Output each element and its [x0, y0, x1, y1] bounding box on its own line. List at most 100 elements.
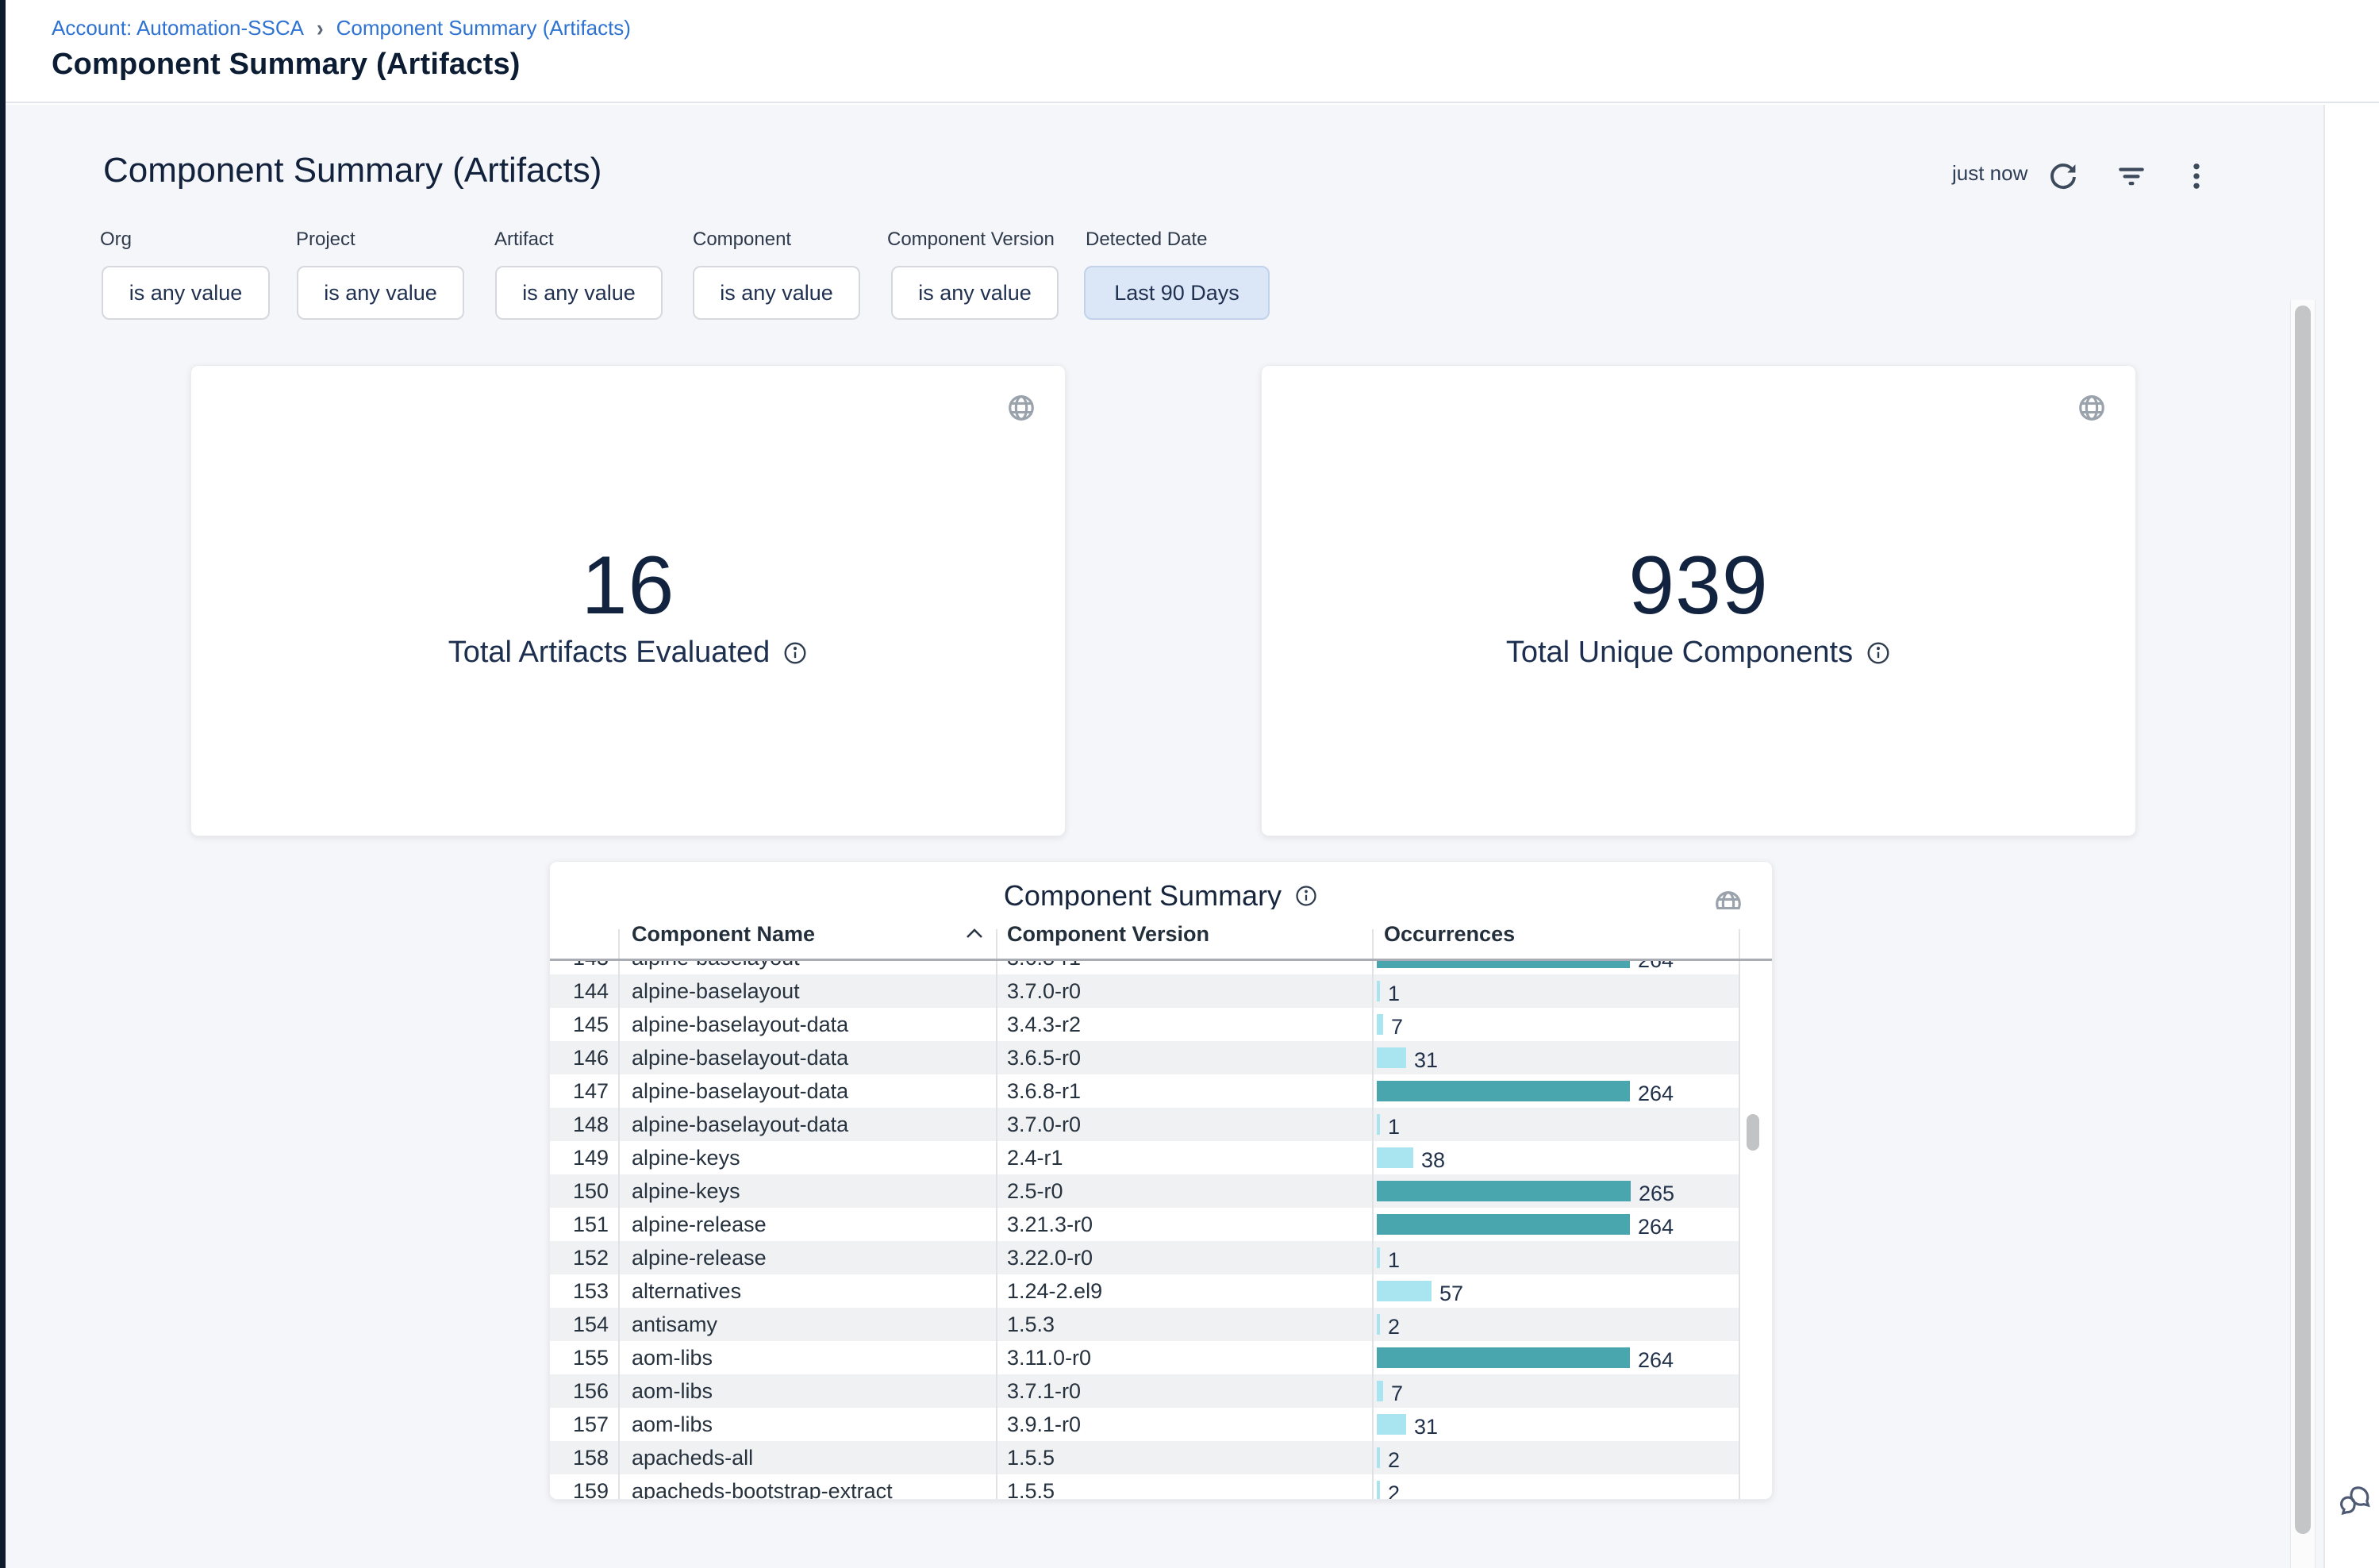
component-version-cell: 3.22.0-r0 — [1007, 1241, 1093, 1274]
component-version-cell: 3.7.1-r0 — [1007, 1374, 1081, 1408]
component-summary-table-card: Component Summary Component Name Compone… — [549, 861, 1773, 1500]
table-row[interactable]: 144alpine-baselayout3.7.0-r01 — [550, 974, 1739, 1008]
info-icon[interactable] — [1866, 640, 1891, 666]
occurrence-value: 38 — [1421, 1148, 1445, 1173]
collapsed-sidebar-strip[interactable] — [0, 0, 6, 1568]
table-row[interactable]: 157aom-libs3.9.1-r031 — [550, 1408, 1739, 1441]
filter-icon — [2115, 159, 2148, 193]
component-name-cell: apacheds-all — [632, 1441, 753, 1474]
component-version-cell: 2.5-r0 — [1007, 1174, 1063, 1208]
table-row[interactable]: 156aom-libs3.7.1-r07 — [550, 1374, 1739, 1408]
column-header-component-version[interactable]: Component Version — [1007, 909, 1209, 959]
table-row[interactable]: 143alpine-baselayout3.6.8-r1264 — [550, 961, 1739, 974]
occurrence-value: 7 — [1391, 1382, 1403, 1406]
kebab-menu-icon — [2180, 159, 2213, 193]
occurrence-bar — [1377, 1347, 1630, 1368]
component-name-cell: alpine-release — [632, 1241, 767, 1274]
table-row[interactable]: 150alpine-keys2.5-r0265 — [550, 1174, 1739, 1208]
component-name-cell: apacheds-bootstrap-extract — [632, 1474, 893, 1500]
component-name-cell: alpine-baselayout — [632, 974, 800, 1008]
component-version-cell: 3.11.0-r0 — [1007, 1341, 1091, 1374]
dashboard-filters-toggle-button[interactable] — [2112, 157, 2150, 195]
sticky-header-divider — [550, 959, 1773, 961]
filter-value-button[interactable]: is any value — [495, 266, 663, 320]
occurrences-cell: 1 — [1377, 974, 1400, 1008]
dashboard-actions-menu-button[interactable] — [2177, 157, 2216, 195]
table-row[interactable]: 154antisamy1.5.32 — [550, 1308, 1739, 1341]
refresh-button[interactable] — [2044, 157, 2082, 195]
filter-value-button[interactable]: Last 90 Days — [1084, 266, 1270, 320]
row-index: 149 — [550, 1141, 618, 1174]
occurrences-cell: 31 — [1377, 1408, 1438, 1441]
refresh-icon — [2047, 159, 2080, 193]
info-icon[interactable] — [782, 640, 808, 666]
partially-scrolled-row-clip: 143alpine-baselayout3.6.8-r1264 — [550, 961, 1739, 974]
globe-explore-icon[interactable] — [1006, 393, 1036, 423]
table-row[interactable]: 149 alpine-keys 2.4-r1 38 — [550, 1141, 1739, 1174]
occurrences-cell: 264 — [1377, 1208, 1674, 1241]
component-name-cell: alpine-baselayout-data — [632, 1041, 848, 1074]
component-version-cell: 3.7.0-r0 — [1007, 974, 1081, 1008]
table-row[interactable]: 158apacheds-all1.5.52 — [550, 1441, 1739, 1474]
row-index: 143 — [550, 961, 618, 974]
component-version-cell: 1.5.5 — [1007, 1441, 1055, 1474]
table-row[interactable]: 145alpine-baselayout-data3.4.3-r27 — [550, 1008, 1739, 1041]
component-name-cell: alpine-keys — [632, 1141, 740, 1174]
row-index: 147 — [550, 1074, 618, 1108]
occurrence-bar — [1377, 1381, 1383, 1401]
table-body: 144alpine-baselayout3.7.0-r01145alpine-b… — [550, 974, 1773, 1500]
occurrences-cell: 57 — [1377, 1274, 1463, 1308]
table-row[interactable]: 148alpine-baselayout-data3.7.0-r01 — [550, 1108, 1739, 1141]
component-name-cell: alpine-baselayout-data — [632, 1074, 848, 1108]
filter-value-button[interactable]: is any value — [693, 266, 860, 320]
component-version-cell: 2.4-r1 — [1007, 1141, 1063, 1174]
table-header-row: Component Name Component Version Occurre… — [550, 909, 1772, 959]
occurrence-bar — [1377, 1481, 1380, 1500]
stat-value: 939 — [1262, 539, 2135, 633]
app-window: Account: Automation-SSCA › Component Sum… — [0, 0, 2379, 1568]
column-header-component-name[interactable]: Component Name — [632, 909, 815, 959]
component-name-cell: antisamy — [632, 1308, 717, 1341]
filter-value-button[interactable]: is any value — [891, 266, 1059, 320]
table-row[interactable]: 147alpine-baselayout-data3.6.8-r1264 — [550, 1074, 1739, 1108]
table-row[interactable]: 153alternatives1.24-2.el957 — [550, 1274, 1739, 1308]
occurrence-value: 1 — [1388, 1115, 1400, 1139]
occurrences-cell: 264 — [1377, 1074, 1674, 1108]
filter-value-button[interactable]: is any value — [297, 266, 464, 320]
table-row[interactable]: 155aom-libs3.11.0-r0264 — [550, 1341, 1739, 1374]
component-version-cell: 1.24-2.el9 — [1007, 1274, 1102, 1308]
row-index: 156 — [550, 1374, 618, 1408]
page-scrollbar-thumb[interactable] — [2295, 306, 2311, 1534]
breadcrumb-account-link[interactable]: Account: Automation-SSCA — [52, 16, 304, 40]
filter-value-button[interactable]: is any value — [102, 266, 270, 320]
occurrence-bar — [1377, 1214, 1630, 1235]
row-index: 155 — [550, 1341, 618, 1374]
breadcrumb-page-link[interactable]: Component Summary (Artifacts) — [336, 16, 631, 40]
stat-card-total-artifacts: 16 Total Artifacts Evaluated — [190, 365, 1066, 836]
occurrence-bar — [1377, 1147, 1413, 1168]
breadcrumb: Account: Automation-SSCA › Component Sum… — [52, 16, 631, 40]
info-icon[interactable] — [1294, 884, 1318, 908]
occurrence-value: 2 — [1388, 1482, 1400, 1501]
table-row[interactable]: 151alpine-release3.21.3-r0264 — [550, 1208, 1739, 1241]
sort-ascending-icon[interactable] — [963, 927, 986, 941]
component-name-cell: alpine-baselayout-data — [632, 1108, 848, 1141]
component-version-cell: 3.6.8-r1 — [1007, 961, 1081, 974]
table-row[interactable]: 152 alpine-release 3.22.0-r0 1 — [550, 1241, 1739, 1274]
globe-explore-icon[interactable] — [2077, 393, 2107, 423]
table-scrollbar-thumb[interactable] — [1747, 1114, 1759, 1151]
occurrences-cell: 38 — [1377, 1141, 1445, 1174]
occurrence-value: 1 — [1388, 1248, 1400, 1273]
table-row[interactable]: 159apacheds-bootstrap-extract1.5.52 — [550, 1474, 1739, 1500]
help-chat-button[interactable] — [2336, 1481, 2376, 1520]
row-index: 158 — [550, 1441, 618, 1474]
row-index: 152 — [550, 1241, 618, 1274]
top-header-band: Account: Automation-SSCA › Component Sum… — [6, 0, 2379, 103]
stat-label: Total Unique Components — [1506, 636, 1853, 670]
stat-value: 16 — [191, 539, 1065, 633]
column-header-occurrences[interactable]: Occurrences — [1384, 909, 1515, 959]
occurrence-bar — [1377, 1114, 1380, 1135]
last-refresh-label: just now — [1952, 161, 2028, 186]
component-name-cell: aom-libs — [632, 1341, 713, 1374]
table-row[interactable]: 146alpine-baselayout-data3.6.5-r031 — [550, 1041, 1739, 1074]
